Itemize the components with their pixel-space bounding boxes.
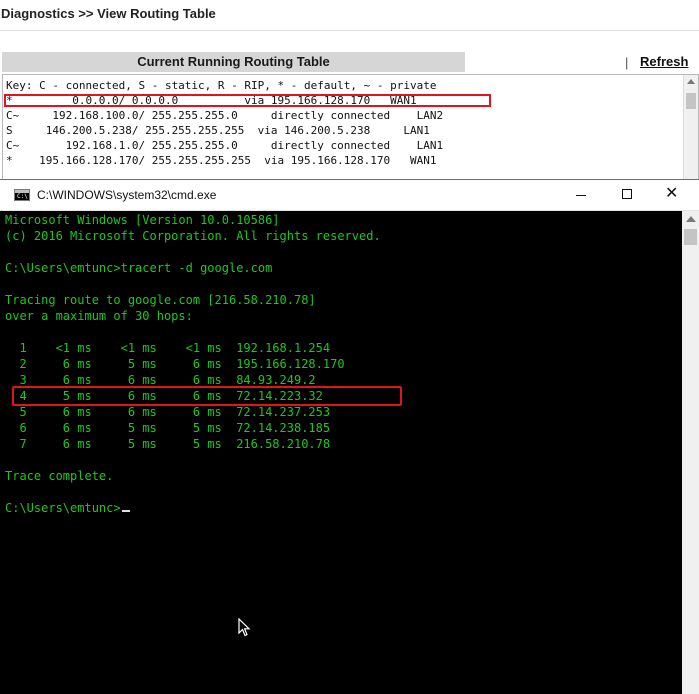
mouse-pointer-icon [238,618,251,637]
console-line: Trace complete. [5,469,114,483]
cmd-titlebar[interactable]: C:\ C:\WINDOWS\system32\cmd.exe ✕ [0,180,699,211]
cmd-scrollbar[interactable] [682,211,699,694]
window-title: C:\WINDOWS\system32\cmd.exe [37,188,217,202]
console-line: Tracing route to google.com [216.58.210.… [5,293,316,307]
hop-row: 6 6 ms 5 ms 5 ms 72.14.238.185 [5,421,331,435]
cmd-app-icon: C:\ [14,189,30,201]
command-prompt: C:\Users\emtunc> [5,501,121,515]
console-line: over a maximum of 30 hops: [5,309,193,323]
route-row: C~ 192.168.100.0/ 255.255.255.0 directly… [6,109,444,122]
routing-scrollbar[interactable] [683,75,698,195]
hop-row: 5 6 ms 6 ms 6 ms 72.14.237.253 [5,405,331,419]
refresh-link[interactable]: Refresh [640,54,688,69]
maximize-icon [622,189,632,199]
hop-row: 1 <1 ms <1 ms <1 ms 192.168.1.254 [5,341,331,355]
routing-key-line: Key: C - connected, S - static, R - RIP,… [6,79,437,92]
cmd-window[interactable]: C:\ C:\WINDOWS\system32\cmd.exe ✕ Micros… [0,180,699,694]
divider [0,30,699,31]
routing-table-box: Key: C - connected, S - static, R - RIP,… [2,74,699,196]
close-button[interactable]: ✕ [651,180,697,210]
route-row: * 195.166.128.170/ 255.255.255.255 via 1… [6,154,437,167]
cmd-icon-prompt: C:\ [17,193,28,200]
scroll-thumb[interactable] [684,229,697,245]
minimize-button[interactable] [558,180,604,210]
routing-table-text: Key: C - connected, S - static, R - RIP,… [6,78,443,168]
console-line: C:\Users\emtunc>tracert -d google.com [5,261,273,275]
scroll-thumb[interactable] [686,93,696,109]
default-route-highlight [4,94,491,107]
scroll-up-arrow-icon[interactable] [687,79,695,84]
route-row: S 146.200.5.238/ 255.255.255.255 via 146… [6,124,430,137]
hop-row: 7 6 ms 5 ms 5 ms 216.58.210.78 [5,437,331,451]
close-icon: ✕ [665,185,679,202]
console-line: (c) 2016 Microsoft Corporation. All righ… [5,229,381,243]
text-cursor [121,510,130,512]
hop-row: 2 6 ms 5 ms 6 ms 195.166.128.170 [5,357,345,371]
minimize-icon [576,195,586,196]
maximize-button[interactable] [604,180,650,210]
console-text: Microsoft Windows [Version 10.0.10586] (c… [5,212,680,516]
prompt-line[interactable]: C:\Users\emtunc> [5,500,680,516]
console-line: Microsoft Windows [Version 10.0.10586] [5,213,280,227]
separator: | [625,55,629,70]
scroll-up-arrow-icon[interactable] [686,216,696,222]
table-title: Current Running Routing Table [2,52,465,72]
hop-2-highlight [12,386,402,406]
route-row: C~ 192.168.1.0/ 255.255.255.0 directly c… [6,139,444,152]
breadcrumb: Diagnostics >> View Routing Table [1,6,216,21]
console-output[interactable]: Microsoft Windows [Version 10.0.10586] (c… [5,212,680,692]
